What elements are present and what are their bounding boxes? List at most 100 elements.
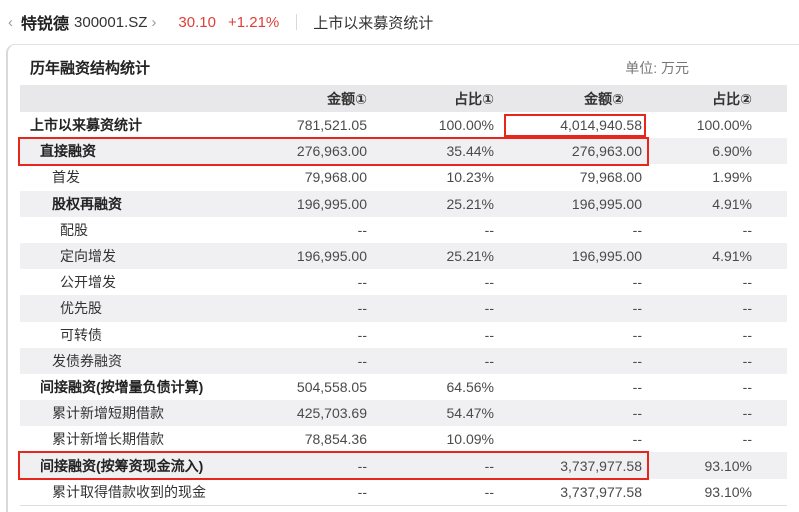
row-value: -- <box>367 353 494 369</box>
row-value: -- <box>367 458 494 474</box>
table-row: 股权再融资196,995.0025.21%196,995.004.91% <box>20 191 787 217</box>
row-value: -- <box>642 222 752 238</box>
row-value: 781,521.05 <box>242 117 367 133</box>
row-value: -- <box>494 379 642 395</box>
row-value: -- <box>494 222 642 238</box>
row-value: -- <box>642 431 752 447</box>
row-label: 可转债 <box>20 325 242 345</box>
row-value: -- <box>242 300 367 316</box>
row-label: 发债券融资 <box>20 351 242 371</box>
row-label: 公开增发 <box>20 272 242 292</box>
stock-price: 30.10 <box>178 14 216 31</box>
table-bottom-divider <box>20 505 787 506</box>
table-row: 间接融资(按筹资现金流入)----3,737,977.5893.10% <box>20 452 787 478</box>
row-value: -- <box>642 379 752 395</box>
row-label: 股权再融资 <box>20 194 242 214</box>
table-row: 配股-------- <box>20 217 787 243</box>
row-value: -- <box>242 484 367 500</box>
table-row: 上市以来募资统计781,521.05100.00%4,014,940.58100… <box>20 112 787 138</box>
header-amount-1: 金额① <box>242 89 367 109</box>
row-value: -- <box>642 274 752 290</box>
header-ratio-1: 占比① <box>367 89 494 109</box>
row-value: 25.21% <box>367 196 494 212</box>
row-value: 196,995.00 <box>494 248 642 264</box>
row-value: -- <box>367 327 494 343</box>
table-row: 累计取得借款收到的现金----3,737,977.5893.10% <box>20 479 787 505</box>
row-value: -- <box>642 405 752 421</box>
row-value: 504,558.05 <box>242 379 367 395</box>
row-value: 4,014,940.58 <box>494 117 642 133</box>
row-label: 累计新增长期借款 <box>20 429 242 449</box>
row-label: 累计新增短期借款 <box>20 403 242 423</box>
section-header: 历年融资结构统计 单位: 万元 <box>8 45 799 85</box>
row-value: -- <box>642 353 752 369</box>
row-label: 间接融资(按筹资现金流入) <box>20 456 242 476</box>
row-value: 196,995.00 <box>242 248 367 264</box>
row-value: 196,995.00 <box>494 196 642 212</box>
row-value: -- <box>494 327 642 343</box>
row-label: 定向增发 <box>20 246 242 266</box>
row-value: -- <box>242 222 367 238</box>
row-value: 93.10% <box>642 458 752 474</box>
unit-label: 单位: 万元 <box>625 58 689 78</box>
row-value: -- <box>367 274 494 290</box>
row-value: -- <box>242 458 367 474</box>
row-value: 79,968.00 <box>494 169 642 185</box>
row-value: 196,995.00 <box>242 196 367 212</box>
header-amount-2: 金额② <box>494 89 642 109</box>
row-value: 425,703.69 <box>242 405 367 421</box>
table-row: 累计新增长期借款78,854.3610.09%---- <box>20 426 787 452</box>
row-value: -- <box>642 300 752 316</box>
topbar-divider <box>296 14 297 30</box>
row-value: 3,737,977.58 <box>494 458 642 474</box>
row-value: 3,737,977.58 <box>494 484 642 500</box>
row-value: -- <box>367 484 494 500</box>
row-value: -- <box>367 222 494 238</box>
table-row: 定向增发196,995.0025.21%196,995.004.91% <box>20 243 787 269</box>
forward-chevron-icon[interactable]: › <box>147 14 160 31</box>
row-value: 100.00% <box>642 117 752 133</box>
stock-change-percent: +1.21% <box>228 14 279 31</box>
row-value: 100.00% <box>367 117 494 133</box>
row-value: 79,968.00 <box>242 169 367 185</box>
table-row: 发债券融资-------- <box>20 348 787 374</box>
row-value: 4.91% <box>642 248 752 264</box>
row-value: -- <box>494 300 642 316</box>
table-row: 公开增发-------- <box>20 269 787 295</box>
row-value: -- <box>242 353 367 369</box>
header-ratio-2: 占比② <box>642 89 752 109</box>
row-value: 276,963.00 <box>494 143 642 159</box>
row-value: 1.99% <box>642 169 752 185</box>
row-value: 93.10% <box>642 484 752 500</box>
table-row: 间接融资(按增量负债计算)504,558.0564.56%---- <box>20 374 787 400</box>
table-row: 直接融资276,963.0035.44%276,963.006.90% <box>20 138 787 164</box>
back-chevron-icon[interactable]: ‹ <box>4 14 17 31</box>
row-label: 首发 <box>20 167 242 187</box>
content-panel: 历年融资结构统计 单位: 万元 金额① 占比① 金额② 占比② 上市以来募资统计… <box>6 44 799 512</box>
table-header-row: 金额① 占比① 金额② 占比② <box>20 85 787 112</box>
table-row: 优先股-------- <box>20 295 787 321</box>
row-label: 间接融资(按增量负债计算) <box>20 377 242 397</box>
row-value: 10.23% <box>367 169 494 185</box>
stock-name: 特锐德 <box>21 10 69 34</box>
row-value: -- <box>242 327 367 343</box>
row-value: 276,963.00 <box>242 143 367 159</box>
row-value: -- <box>494 431 642 447</box>
row-label: 配股 <box>20 220 242 240</box>
row-value: 78,854.36 <box>242 431 367 447</box>
stock-code: 300001.SZ <box>74 14 147 31</box>
table-row: 可转债-------- <box>20 322 787 348</box>
row-label: 优先股 <box>20 298 242 318</box>
row-value: 54.47% <box>367 405 494 421</box>
row-value: 4.91% <box>642 196 752 212</box>
row-value: -- <box>494 353 642 369</box>
row-value: 35.44% <box>367 143 494 159</box>
table-row: 累计新增短期借款425,703.6954.47%---- <box>20 400 787 426</box>
row-value: 10.09% <box>367 431 494 447</box>
row-value: -- <box>494 274 642 290</box>
table-row: 首发79,968.0010.23%79,968.001.99% <box>20 164 787 190</box>
section-title: 历年融资结构统计 <box>30 57 150 78</box>
page-title: 上市以来募资统计 <box>313 12 433 33</box>
row-label: 上市以来募资统计 <box>20 115 242 135</box>
row-value: 64.56% <box>367 379 494 395</box>
